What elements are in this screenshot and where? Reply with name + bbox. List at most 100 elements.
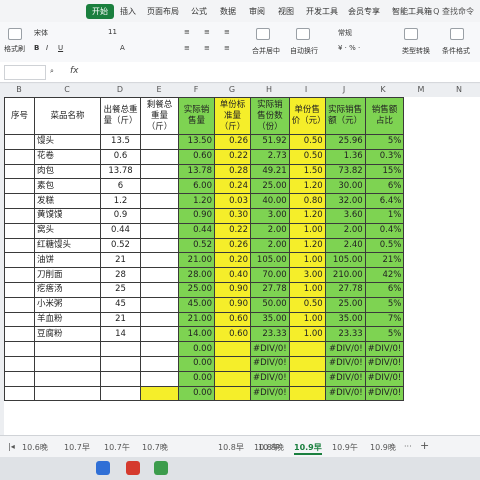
cell-k[interactable]: #DIV/0!: [364, 341, 405, 357]
cell-h[interactable]: #DIV/0!: [250, 385, 290, 402]
cell-k[interactable]: 0.4%: [364, 222, 405, 239]
cell-f[interactable]: 14.00: [178, 326, 215, 343]
underline-icon[interactable]: U: [58, 44, 63, 52]
cell-h[interactable]: 50.00: [250, 296, 290, 313]
cell-k[interactable]: #DIV/0!: [364, 385, 405, 402]
cell-j[interactable]: 210.00: [324, 267, 366, 283]
cell-k[interactable]: 5%: [364, 326, 405, 343]
cell-dish[interactable]: [34, 355, 101, 372]
zoom-icon[interactable]: ⌕: [50, 67, 54, 76]
font-name-select[interactable]: 宋体: [34, 28, 48, 38]
header-unit-price[interactable]: 单份售价（元）: [288, 97, 326, 135]
merge-center-button[interactable]: 合并居中: [252, 46, 280, 56]
cell-g[interactable]: 0.28: [214, 163, 251, 180]
cell-g[interactable]: 0.60: [214, 311, 251, 328]
cell-f[interactable]: 0.44: [178, 222, 215, 239]
fx-icon[interactable]: fx: [70, 66, 79, 76]
align-middle-icon[interactable]: ≡: [204, 28, 210, 36]
cell-j[interactable]: #DIV/0!: [324, 385, 366, 402]
cell-i[interactable]: 0.50: [288, 296, 326, 313]
cell-f[interactable]: 0.00: [178, 370, 215, 387]
header-seq[interactable]: 序号: [4, 97, 35, 135]
cell-d[interactable]: 45: [100, 296, 141, 313]
cell-j[interactable]: 3.60: [324, 207, 366, 224]
column-header-h[interactable]: H: [250, 85, 288, 94]
cell-h[interactable]: 35.00: [250, 311, 290, 328]
cell-dish[interactable]: 窝头: [34, 222, 101, 239]
header-dish[interactable]: 菜品名称: [34, 97, 101, 135]
column-header-i[interactable]: I: [288, 85, 324, 94]
cell-f[interactable]: 0.90: [178, 207, 215, 224]
tab-review[interactable]: 审阅: [249, 6, 265, 17]
cell-dish[interactable]: [34, 341, 101, 357]
tab-insert[interactable]: 插入: [120, 6, 136, 17]
tab-formulas[interactable]: 公式: [191, 6, 207, 17]
cell-e[interactable]: [140, 252, 179, 269]
cell-i[interactable]: 3.00: [288, 267, 326, 283]
cell-f[interactable]: 0.00: [178, 385, 215, 402]
cell-dish[interactable]: 豆腐粉: [34, 326, 101, 343]
font-color-icon[interactable]: A: [120, 44, 125, 52]
cell-f[interactable]: 13.78: [178, 163, 215, 180]
cell-d[interactable]: 21: [100, 311, 141, 328]
cell-i[interactable]: 1.00: [288, 311, 326, 328]
cell-seq[interactable]: [4, 355, 35, 372]
cell-j[interactable]: 23.33: [324, 326, 366, 343]
cell-f[interactable]: 28.00: [178, 267, 215, 283]
cell-dish[interactable]: 发糕: [34, 193, 101, 209]
cell-i[interactable]: 1.50: [288, 163, 326, 180]
cell-j[interactable]: #DIV/0!: [324, 355, 366, 372]
cell-g[interactable]: 0.03: [214, 193, 251, 209]
app-icon[interactable]: [96, 461, 110, 475]
cell-d[interactable]: 0.52: [100, 237, 141, 254]
cell-g[interactable]: 0.30: [214, 207, 251, 224]
sheet-tab-active[interactable]: 10.9早: [294, 442, 322, 455]
cell-dish[interactable]: 馒头: [34, 134, 101, 150]
sheet-tab[interactable]: 10.7午: [104, 442, 130, 453]
cell-dish[interactable]: 红糖馒头: [34, 237, 101, 254]
cell-h[interactable]: 27.78: [250, 281, 290, 298]
cell-j[interactable]: 32.00: [324, 193, 366, 209]
cell-e[interactable]: [140, 296, 179, 313]
header-portions-sold[interactable]: 实际销售份数（份）: [250, 97, 290, 135]
cell-d[interactable]: 0.44: [100, 222, 141, 239]
align-top-icon[interactable]: ≡: [184, 28, 190, 36]
cell-f[interactable]: 13.50: [178, 134, 215, 150]
cell-i[interactable]: 1.20: [288, 237, 326, 254]
cell-d[interactable]: [100, 355, 141, 372]
cell-e[interactable]: [140, 134, 179, 150]
cell-f[interactable]: 45.00: [178, 296, 215, 313]
column-header-f[interactable]: F: [178, 85, 214, 94]
app-icon[interactable]: [126, 461, 140, 475]
cell-i[interactable]: 0.80: [288, 193, 326, 209]
cell-j[interactable]: #DIV/0!: [324, 341, 366, 357]
conditional-format-button[interactable]: 条件格式: [442, 46, 470, 56]
cell-e[interactable]: [140, 326, 179, 343]
cell-dish[interactable]: 花卷: [34, 148, 101, 165]
sheet-tab[interactable]: 10.7晚: [142, 442, 168, 453]
cell-g[interactable]: 0.60: [214, 326, 251, 343]
cell-g[interactable]: 0.26: [214, 237, 251, 254]
type-convert-button[interactable]: 类型转换: [402, 46, 430, 56]
cell-e[interactable]: [140, 163, 179, 180]
cell-h[interactable]: 49.21: [250, 163, 290, 180]
cell-e[interactable]: [140, 370, 179, 387]
column-header-g[interactable]: G: [214, 85, 250, 94]
bold-icon[interactable]: B: [34, 44, 39, 52]
cell-h[interactable]: 2.73: [250, 148, 290, 165]
cell-h[interactable]: 2.00: [250, 237, 290, 254]
cell-e[interactable]: [140, 237, 179, 254]
cell-i[interactable]: 1.20: [288, 178, 326, 195]
cell-i[interactable]: 1.00: [288, 252, 326, 269]
cell-g[interactable]: 0.90: [214, 296, 251, 313]
cell-g[interactable]: [214, 355, 251, 372]
cell-g[interactable]: 0.90: [214, 281, 251, 298]
sheet-tab[interactable]: 10.8晚: [258, 442, 284, 453]
cell-d[interactable]: 1.2: [100, 193, 141, 209]
cell-k[interactable]: 1%: [364, 207, 405, 224]
cell-d[interactable]: 0.9: [100, 207, 141, 224]
column-header-b[interactable]: B: [4, 85, 34, 94]
cell-seq[interactable]: [4, 267, 35, 283]
sheet-tab[interactable]: 10.7早: [64, 442, 90, 453]
cell-e[interactable]: [140, 341, 179, 357]
